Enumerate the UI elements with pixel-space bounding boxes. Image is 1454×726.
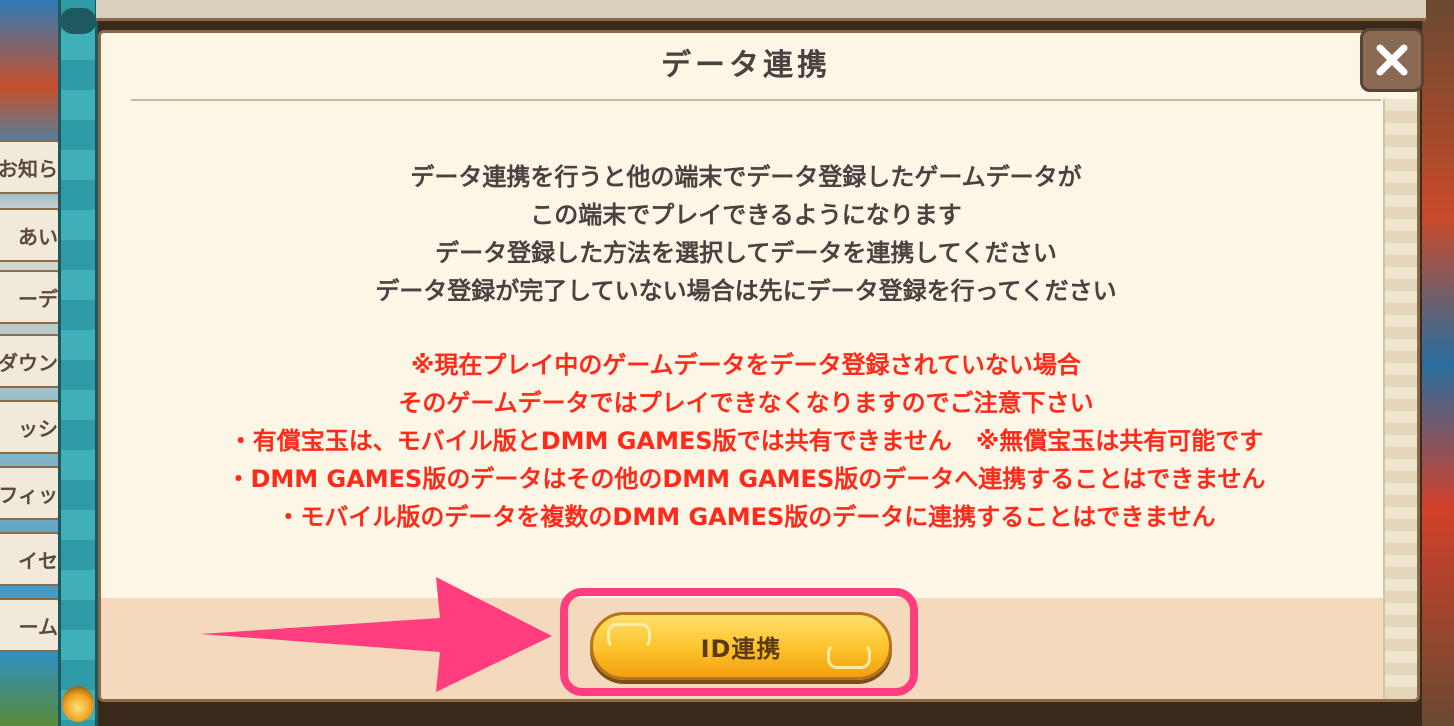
side-menu-tab-6[interactable]: フィッ	[0, 466, 62, 520]
info-line-4: データ登録が完了していない場合は先にデータ登録を行ってください	[375, 277, 1117, 305]
swirl-decoration-icon	[607, 623, 651, 649]
lamp-icon	[62, 686, 94, 722]
warning-line-2: そのゲームデータではプレイできなくなりますのでご注意下さい	[398, 389, 1094, 417]
id-link-button[interactable]: ID連携	[590, 612, 892, 680]
warning-line-3: ・有償宝玉は、モバイル版とDMM GAMES版では共有できません ※無償宝玉は共…	[228, 427, 1264, 455]
swirl-decoration-icon	[827, 643, 871, 669]
info-line-3: データ登録した方法を選択してデータを連携してください	[435, 239, 1057, 267]
side-menu-tab-1[interactable]: お知ら	[0, 140, 62, 194]
side-menu-tab-3[interactable]: ーデ	[0, 270, 62, 324]
side-menu-tab-2[interactable]: あい	[0, 208, 62, 262]
side-menu-tab-4[interactable]: ダウン	[0, 334, 62, 388]
dialog-scroll-rail	[1383, 99, 1417, 699]
close-icon	[1376, 44, 1408, 76]
warning-line-5: ・モバイル版のデータを複数のDMM GAMES版のデータに連携することはできませ…	[276, 503, 1216, 531]
side-menu-tab-5[interactable]: ッシ	[0, 400, 62, 454]
info-line-1: データ連携を行うと他の端末でデータ登録したゲームデータが	[410, 163, 1082, 191]
dialog-title: データ連携	[661, 48, 831, 83]
pointer-arrow-icon	[200, 577, 552, 692]
side-menu-tab-7[interactable]: イセ	[0, 532, 62, 586]
close-button[interactable]	[1360, 28, 1424, 92]
warning-line-4: ・DMM GAMES版のデータはその他のDMM GAMES版のデータへ連携するこ…	[226, 465, 1266, 493]
title-divider	[131, 99, 1381, 101]
decorative-pillar	[58, 0, 98, 726]
background-right	[1422, 0, 1454, 726]
info-line-2: この端末でプレイできるようになります	[530, 201, 962, 229]
pillar-cap-top	[60, 8, 96, 34]
warning-line-1: ※現在プレイ中のゲームデータをデータ登録されていない場合	[411, 351, 1081, 379]
side-menu-tab-8[interactable]: ーム	[0, 598, 62, 652]
id-link-button-label: ID連携	[700, 634, 782, 663]
top-frame	[96, 0, 1426, 21]
